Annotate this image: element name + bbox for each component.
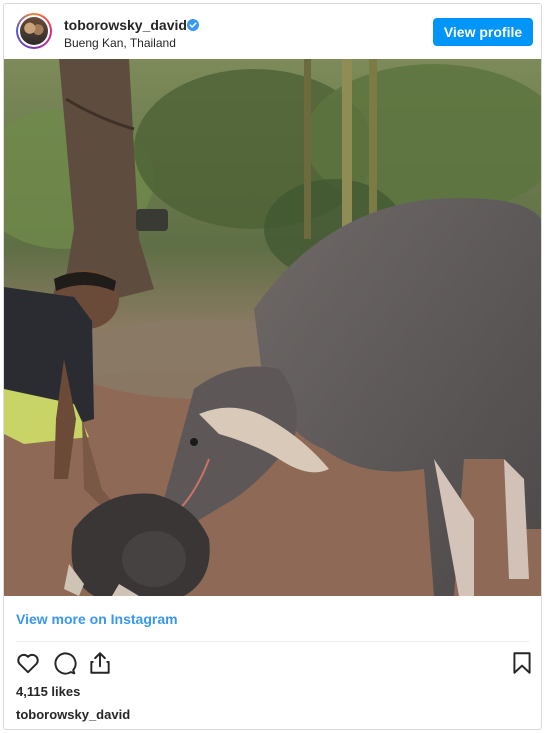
share-icon[interactable]: [87, 650, 113, 676]
instagram-embed-card: toborowsky_david Bueng Kan, Thailand Vie…: [3, 3, 542, 730]
username[interactable]: toborowsky_david: [64, 17, 187, 33]
avatar-image: [20, 17, 48, 45]
view-profile-button[interactable]: View profile: [433, 18, 533, 46]
photo-illustration: [4, 59, 541, 596]
location-label[interactable]: Bueng Kan, Thailand: [64, 36, 176, 50]
avatar[interactable]: [16, 13, 52, 49]
likes-count[interactable]: 4,115 likes: [16, 684, 80, 699]
verified-badge-icon: [187, 19, 199, 31]
bookmark-icon[interactable]: [509, 650, 535, 676]
post-photo[interactable]: [4, 59, 541, 596]
post-header: toborowsky_david Bueng Kan, Thailand Vie…: [4, 4, 541, 59]
comment-icon[interactable]: [51, 650, 77, 676]
heart-icon[interactable]: [15, 650, 41, 676]
divider: [16, 641, 529, 642]
action-bar: [4, 650, 541, 680]
view-more-on-instagram-link[interactable]: View more on Instagram: [16, 611, 178, 627]
caption-username[interactable]: toborowsky_david: [16, 707, 130, 722]
